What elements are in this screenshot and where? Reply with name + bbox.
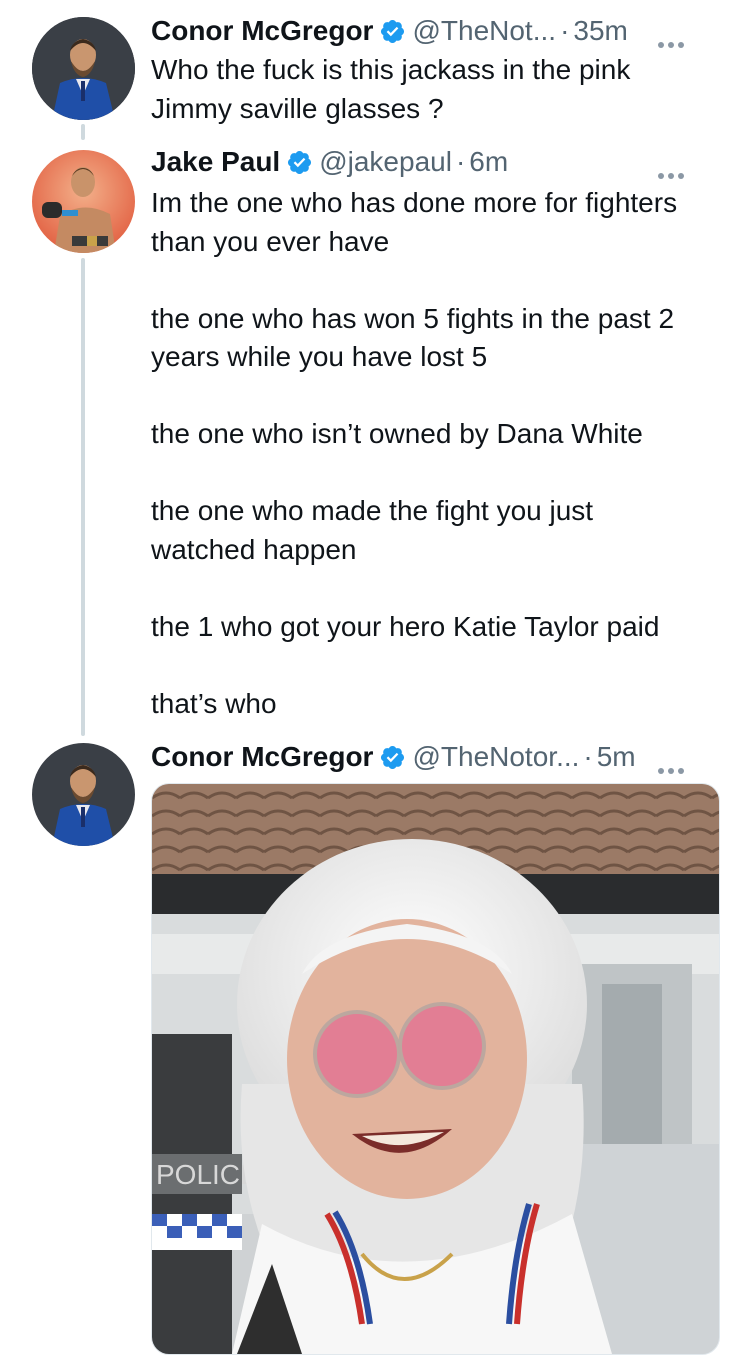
tweet-text: Who the fuck is this jackass in the pink… (151, 54, 631, 124)
display-name[interactable]: Conor McGregor (151, 741, 373, 773)
separator: · (560, 15, 570, 46)
more-options-icon[interactable] (656, 156, 686, 179)
tweet-header: Jake Paul @jakepaul · 6m (151, 142, 720, 182)
police-sign-label: POLICE (156, 1159, 259, 1190)
verified-badge-icon (286, 149, 313, 176)
separator: · (455, 146, 466, 177)
handle[interactable]: @TheNot... (412, 15, 556, 47)
tweet[interactable]: Conor McGregor @TheNot... · 35m Who the … (0, 0, 750, 130)
tweet-header: Conor McGregor @TheNotor... · 5m (151, 737, 720, 777)
display-name[interactable]: Conor McGregor (151, 15, 373, 47)
separator: · (583, 741, 593, 772)
timestamp[interactable]: 5m (597, 741, 636, 773)
verified-badge-icon (379, 744, 406, 771)
police-sign-text: POLICE (156, 1159, 259, 1190)
more-options-icon[interactable] (656, 25, 686, 48)
handle[interactable]: @TheNotor... (412, 741, 579, 773)
more-options-icon[interactable] (656, 751, 686, 774)
display-name[interactable]: Jake Paul (151, 146, 280, 178)
avatar[interactable] (32, 150, 135, 253)
avatar[interactable] (32, 743, 135, 846)
avatar[interactable] (32, 17, 135, 120)
verified-badge-icon (379, 18, 406, 45)
timestamp[interactable]: 35m (573, 15, 627, 47)
handle[interactable]: @jakepaul (319, 146, 452, 178)
tweet[interactable]: Jake Paul @jakepaul · 6m Im the one who … (0, 130, 750, 730)
timestamp[interactable]: 6m (469, 146, 508, 178)
tweet-text: Im the one who has done more for fighter… (151, 187, 678, 719)
tweet-header: Conor McGregor @TheNot... · 35m (151, 11, 720, 51)
tweet-media-image[interactable]: POLICE (151, 783, 720, 1355)
